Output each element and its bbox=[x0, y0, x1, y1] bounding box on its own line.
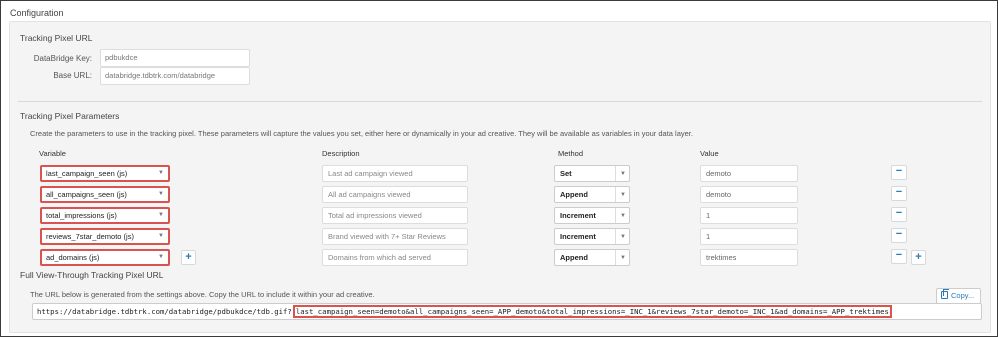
parameter-row: ad_domains (js) ▼ + Domains from which a… bbox=[10, 249, 992, 267]
base-url-label: Base URL: bbox=[53, 71, 92, 80]
plus-icon: + bbox=[185, 251, 192, 263]
remove-parameter-button[interactable]: − bbox=[891, 207, 907, 222]
variable-select-value: reviews_7star_demoto (js) bbox=[46, 232, 134, 241]
method-select-value: Append bbox=[560, 253, 588, 262]
method-select[interactable]: Increment ▼ bbox=[554, 228, 630, 245]
parameters-instructions: Create the parameters to use in the trac… bbox=[30, 129, 693, 138]
base-url-field[interactable]: databridge.tdbtrk.com/databridge bbox=[100, 67, 250, 85]
method-select-value: Append bbox=[560, 190, 588, 199]
value-input[interactable]: 1 bbox=[700, 207, 798, 224]
value-input[interactable]: 1 bbox=[700, 228, 798, 245]
variable-select[interactable]: all_campaigns_seen (js) ▼ bbox=[40, 186, 170, 203]
column-header-variable: Variable bbox=[39, 149, 66, 158]
description-input[interactable]: All ad campaigns viewed bbox=[322, 186, 468, 203]
description-input[interactable]: Total ad impressions viewed bbox=[322, 207, 468, 224]
variable-select-value: total_impressions (js) bbox=[46, 211, 117, 220]
remove-parameter-button[interactable]: − bbox=[891, 165, 907, 180]
chevron-down-icon: ▼ bbox=[620, 234, 626, 240]
chevron-down-icon: ▼ bbox=[620, 213, 626, 219]
configuration-panel: Tracking Pixel URL DataBridge Key: pdbuk… bbox=[9, 21, 991, 333]
method-select[interactable]: Set ▼ bbox=[554, 165, 630, 182]
section-title: Configuration bbox=[10, 8, 64, 18]
minus-icon: − bbox=[895, 207, 903, 219]
chevron-down-icon: ▼ bbox=[620, 171, 626, 177]
parameter-row: reviews_7star_demoto (js) ▼ Brand viewed… bbox=[10, 228, 992, 246]
column-header-method: Method bbox=[558, 149, 584, 158]
add-parameter-button[interactable]: + bbox=[911, 250, 926, 265]
column-header-description: Description bbox=[322, 149, 360, 158]
description-input[interactable]: Domains from which ad served bbox=[322, 249, 468, 266]
value-input[interactable]: demoto bbox=[700, 165, 798, 182]
remove-parameter-button[interactable]: − bbox=[891, 186, 907, 201]
variable-select[interactable]: last_campaign_seen (js) ▼ bbox=[40, 165, 170, 182]
column-header-value: Value bbox=[700, 149, 719, 158]
minus-icon: − bbox=[895, 165, 903, 177]
chevron-down-icon: ▼ bbox=[158, 212, 164, 218]
chevron-down-icon: ▼ bbox=[158, 254, 164, 260]
chevron-down-icon: ▼ bbox=[620, 255, 626, 261]
minus-icon: − bbox=[895, 249, 903, 261]
parameter-row: last_campaign_seen (js) ▼ Last ad campai… bbox=[10, 165, 992, 183]
chevron-down-icon: ▼ bbox=[158, 233, 164, 239]
remove-parameter-button[interactable]: − bbox=[891, 228, 907, 243]
chevron-down-icon: ▼ bbox=[158, 170, 164, 176]
method-select-value: Increment bbox=[560, 232, 596, 241]
full-url-field[interactable]: https://databridge.tdbtrk.com/databridge… bbox=[32, 303, 982, 320]
url-base: https://databridge.tdbtrk.com/databridge… bbox=[37, 307, 292, 316]
minus-icon: − bbox=[895, 228, 903, 240]
description-input[interactable]: Last ad campaign viewed bbox=[322, 165, 468, 182]
parameter-row: total_impressions (js) ▼ Total ad impres… bbox=[10, 207, 992, 225]
databridge-key-field[interactable]: pdbukdce bbox=[100, 49, 250, 67]
minus-icon: − bbox=[895, 186, 903, 198]
variable-select[interactable]: ad_domains (js) ▼ bbox=[40, 249, 170, 266]
parameter-row: all_campaigns_seen (js) ▼ All ad campaig… bbox=[10, 186, 992, 204]
plus-icon: + bbox=[915, 251, 922, 263]
add-variable-button[interactable]: + bbox=[181, 250, 196, 265]
full-url-title: Full View-Through Tracking Pixel URL bbox=[20, 270, 164, 280]
copy-icon bbox=[941, 289, 949, 299]
tracking-pixel-url-title: Tracking Pixel URL bbox=[20, 33, 93, 43]
chevron-down-icon: ▼ bbox=[620, 192, 626, 198]
method-select[interactable]: Increment ▼ bbox=[554, 207, 630, 224]
copy-button[interactable]: Copy... bbox=[936, 288, 981, 304]
variable-select[interactable]: reviews_7star_demoto (js) ▼ bbox=[40, 228, 170, 245]
configuration-frame: Configuration Tracking Pixel URL DataBri… bbox=[0, 0, 998, 337]
url-query-highlight: last_campaign_seen=demoto&all_campaigns_… bbox=[292, 305, 892, 318]
remove-parameter-button[interactable]: − bbox=[891, 249, 907, 264]
parameters-title: Tracking Pixel Parameters bbox=[20, 111, 120, 121]
method-select[interactable]: Append ▼ bbox=[554, 249, 630, 266]
chevron-down-icon: ▼ bbox=[158, 191, 164, 197]
databridge-key-label: DataBridge Key: bbox=[33, 54, 92, 63]
value-input[interactable]: demoto bbox=[700, 186, 798, 203]
full-url-instructions: The URL below is generated from the sett… bbox=[30, 290, 375, 299]
variable-select[interactable]: total_impressions (js) ▼ bbox=[40, 207, 170, 224]
description-input[interactable]: Brand viewed with 7+ Star Reviews bbox=[322, 228, 468, 245]
section-divider bbox=[18, 101, 982, 102]
copy-button-label: Copy... bbox=[951, 291, 975, 300]
value-input[interactable]: trektimes bbox=[700, 249, 798, 266]
method-select-value: Increment bbox=[560, 211, 596, 220]
method-select[interactable]: Append ▼ bbox=[554, 186, 630, 203]
method-select-value: Set bbox=[560, 169, 572, 178]
variable-select-value: last_campaign_seen (js) bbox=[46, 169, 128, 178]
variable-select-value: all_campaigns_seen (js) bbox=[46, 190, 127, 199]
variable-select-value: ad_domains (js) bbox=[46, 253, 100, 262]
